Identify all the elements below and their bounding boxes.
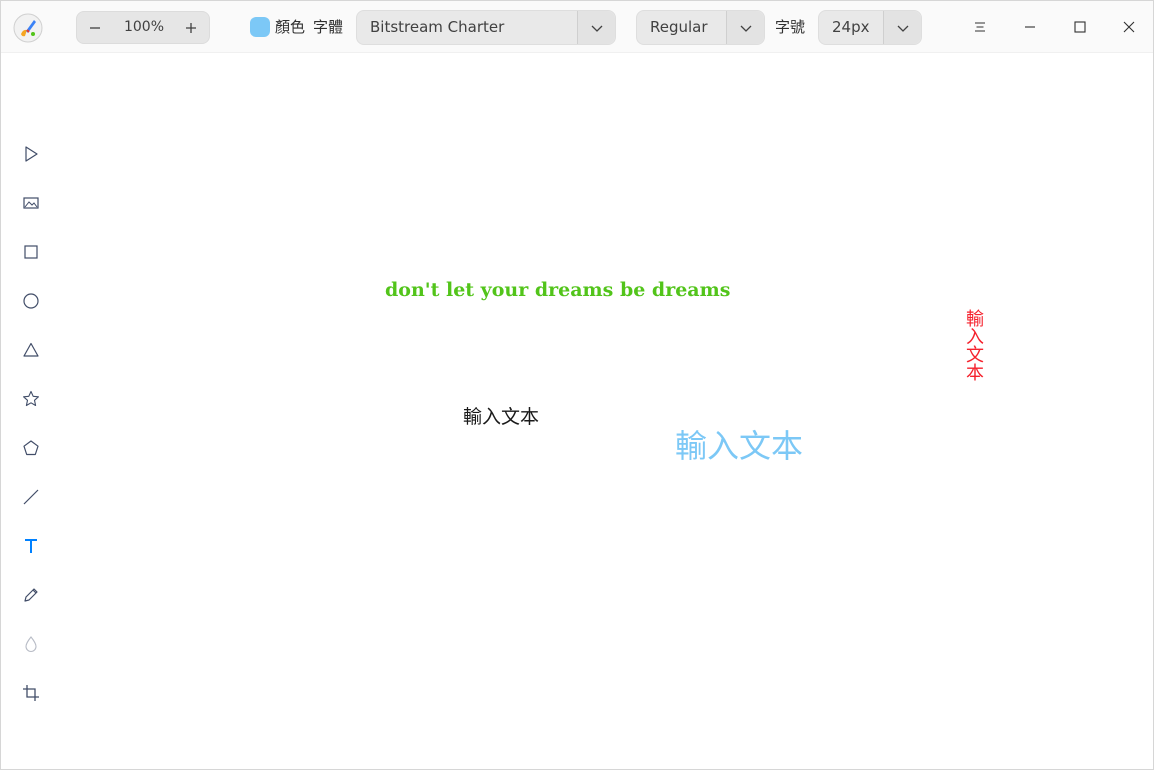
tool-line[interactable] bbox=[9, 479, 53, 515]
canvas-text-black[interactable]: 輸入文本 bbox=[463, 402, 539, 429]
image-icon bbox=[23, 197, 39, 209]
font-family-value: Bitstream Charter bbox=[370, 18, 505, 36]
canvas-text-green[interactable]: don't let your dreams be dreams bbox=[385, 279, 730, 301]
ellipse-icon bbox=[23, 293, 39, 309]
paintbrush-app-icon bbox=[13, 13, 43, 43]
maximize-button[interactable] bbox=[1066, 13, 1094, 41]
tool-ellipse[interactable] bbox=[9, 283, 53, 319]
tool-select[interactable] bbox=[9, 136, 53, 172]
color-label: 顏色 bbox=[275, 18, 306, 36]
tool-star[interactable] bbox=[9, 381, 53, 417]
pentagon-icon bbox=[23, 440, 39, 456]
minimize-button[interactable] bbox=[1016, 13, 1044, 41]
font-label: 字體 bbox=[313, 18, 344, 36]
font-family-select[interactable]: Bitstream Charter bbox=[356, 10, 616, 45]
zoom-control: 100% bbox=[76, 11, 210, 44]
zoom-out-button[interactable] bbox=[77, 12, 113, 43]
minimize-icon bbox=[1025, 26, 1035, 28]
plus-icon bbox=[186, 22, 196, 33]
font-weight-value: Regular bbox=[650, 18, 708, 36]
chevron-down-icon[interactable] bbox=[883, 11, 921, 44]
chevron-down-icon[interactable] bbox=[577, 11, 615, 44]
tool-blur[interactable] bbox=[9, 626, 53, 662]
pencil-icon bbox=[24, 588, 38, 602]
line-icon bbox=[23, 489, 39, 505]
tool-pencil[interactable] bbox=[9, 577, 53, 613]
menu-button[interactable] bbox=[966, 13, 994, 41]
minus-icon bbox=[90, 26, 100, 29]
font-size-value: 24px bbox=[832, 18, 870, 36]
canvas-text-blue[interactable]: 輸入文本 bbox=[675, 421, 803, 467]
tool-rectangle[interactable] bbox=[9, 234, 53, 270]
app-window: 100% 顏色 字體 Bitstream Charter Regular 字號 … bbox=[0, 0, 1154, 770]
close-button[interactable] bbox=[1115, 13, 1143, 41]
color-swatch[interactable] bbox=[250, 17, 270, 37]
font-size-label: 字號 bbox=[775, 18, 806, 36]
zoom-in-button[interactable] bbox=[173, 12, 209, 43]
chevron-down-icon[interactable] bbox=[726, 11, 764, 44]
pointer-arrow-icon bbox=[25, 146, 38, 162]
close-icon bbox=[1123, 21, 1135, 33]
triangle-icon bbox=[23, 342, 39, 357]
tool-triangle[interactable] bbox=[9, 332, 53, 368]
star-icon bbox=[23, 390, 39, 407]
font-weight-select[interactable]: Regular bbox=[636, 10, 765, 45]
zoom-level: 100% bbox=[123, 19, 165, 35]
drawing-canvas[interactable]: don't let your dreams be dreams 輸入文本 輸入文… bbox=[61, 55, 1151, 767]
tool-crop[interactable] bbox=[9, 675, 53, 711]
maximize-icon bbox=[1074, 21, 1086, 33]
menu-icon bbox=[975, 22, 985, 32]
titlebar: 100% 顏色 字體 Bitstream Charter Regular 字號 … bbox=[1, 1, 1153, 53]
canvas-text-red-vertical[interactable]: 輸入文本 bbox=[960, 309, 986, 381]
droplet-icon bbox=[25, 636, 37, 652]
text-icon bbox=[25, 539, 37, 553]
tool-text[interactable] bbox=[9, 528, 53, 564]
tool-image[interactable] bbox=[9, 185, 53, 221]
crop-icon bbox=[23, 685, 39, 701]
font-size-select[interactable]: 24px bbox=[818, 10, 922, 45]
rectangle-icon bbox=[24, 245, 38, 259]
tool-polygon[interactable] bbox=[9, 430, 53, 466]
